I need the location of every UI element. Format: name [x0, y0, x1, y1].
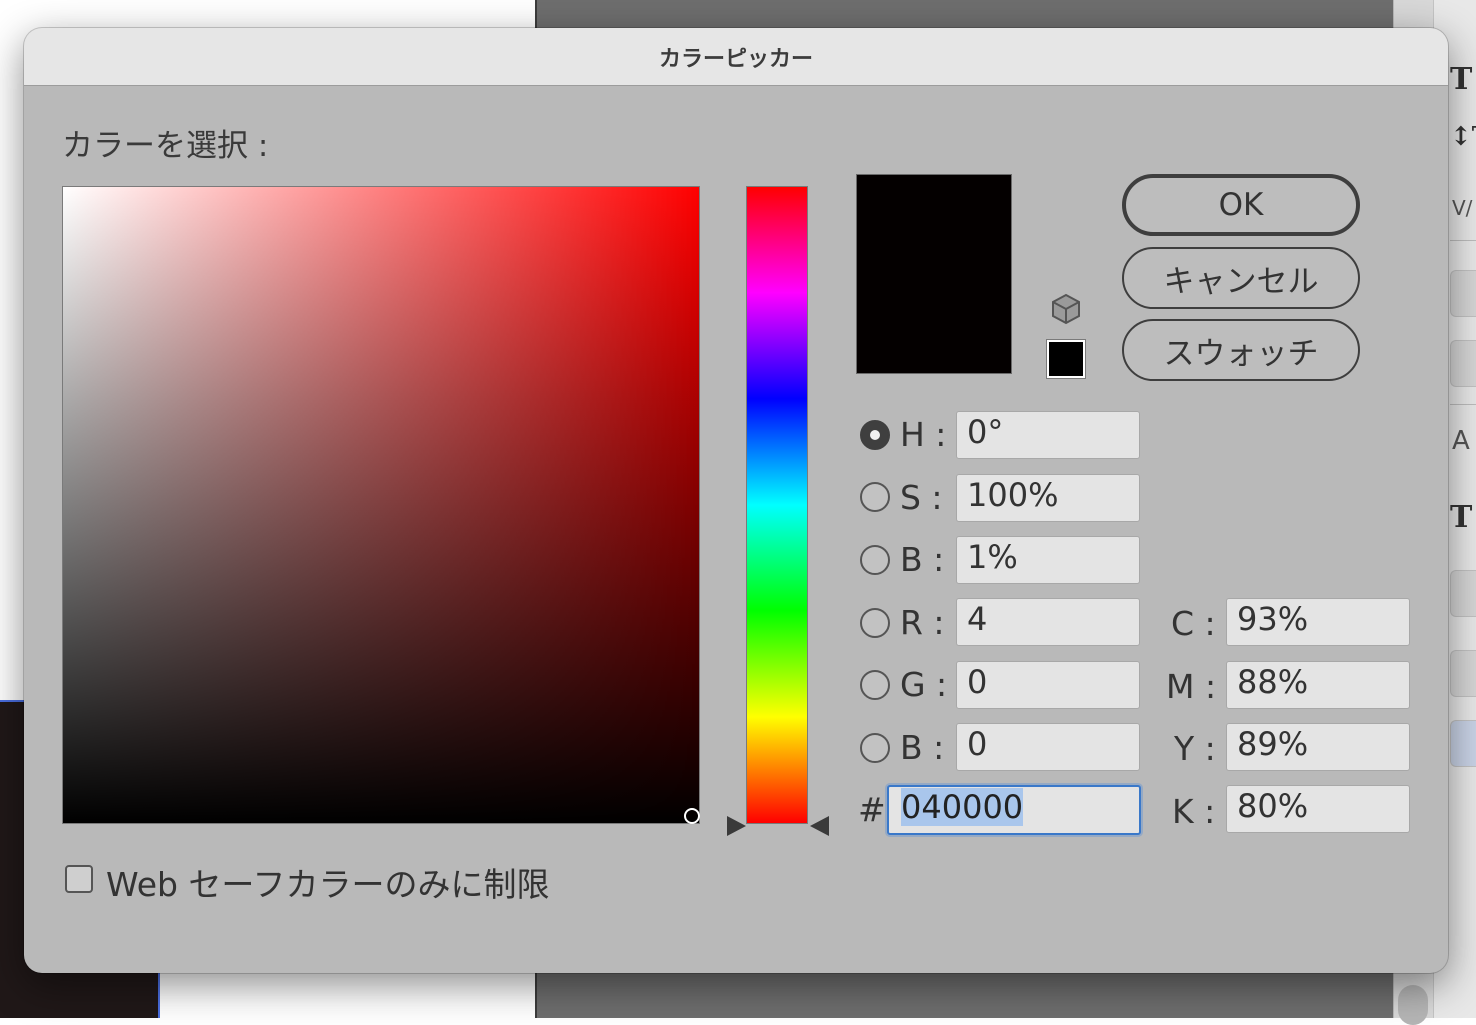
swatches-button[interactable]: スウォッチ	[1122, 319, 1360, 381]
hex-input[interactable]: 040000	[887, 785, 1141, 835]
green-label: G :	[900, 665, 948, 704]
web-safe-color-swatch[interactable]	[1047, 340, 1085, 378]
panel-option-button[interactable]	[1450, 570, 1476, 617]
red-input[interactable]: 4	[956, 598, 1140, 646]
select-color-label: カラーを選択 :	[62, 128, 269, 164]
green-radio[interactable]	[860, 670, 890, 700]
brightness-input[interactable]: 1%	[956, 536, 1140, 584]
panel-option-button[interactable]	[1450, 650, 1476, 697]
brightness-label: B :	[900, 540, 945, 579]
color-field-marker[interactable]	[684, 808, 700, 824]
black-input[interactable]: 80%	[1226, 785, 1410, 833]
scrollbar-thumb[interactable]	[1398, 985, 1428, 1025]
hue-slider[interactable]	[746, 186, 808, 824]
magenta-input[interactable]: 88%	[1226, 661, 1410, 709]
dialog-title: カラーピッカー	[24, 28, 1448, 86]
panel-option-button[interactable]	[1450, 270, 1476, 317]
type-tool-icon[interactable]: T	[1450, 62, 1472, 97]
panel-divider	[1450, 240, 1476, 241]
color-picker-dialog: カラーピッカー カラーを選択 : OK キャンセル スウォッチ H : 0° S…	[24, 28, 1448, 973]
panel-option-button[interactable]	[1450, 720, 1476, 767]
magenta-label: M :	[1166, 667, 1217, 706]
blue-label: B :	[900, 728, 945, 767]
saturation-radio[interactable]	[860, 482, 890, 512]
black-label: K :	[1172, 792, 1216, 831]
cyan-label: C :	[1171, 604, 1216, 643]
web-safe-label[interactable]: Web セーフカラーのみに制限	[106, 858, 549, 906]
hue-input[interactable]: 0°	[956, 411, 1140, 459]
saturation-label: S :	[900, 478, 943, 517]
red-label: R :	[900, 603, 945, 642]
brightness-radio[interactable]	[860, 545, 890, 575]
yellow-label: Y :	[1174, 729, 1216, 768]
kerning-icon[interactable]: V/	[1452, 196, 1472, 220]
hue-slider-handle-left[interactable]	[727, 816, 746, 836]
ok-button[interactable]: OK	[1122, 174, 1360, 236]
saturation-brightness-field[interactable]	[62, 186, 700, 824]
cancel-button[interactable]: キャンセル	[1122, 247, 1360, 309]
web-safe-checkbox[interactable]	[65, 865, 93, 893]
vertical-type-icon[interactable]: ↕T	[1450, 122, 1476, 152]
hex-value-selected: 040000	[901, 788, 1024, 826]
red-radio[interactable]	[860, 608, 890, 638]
hue-radio[interactable]	[860, 420, 890, 450]
yellow-input[interactable]: 89%	[1226, 723, 1410, 771]
current-color-swatch[interactable]	[856, 274, 1012, 374]
blue-radio[interactable]	[860, 733, 890, 763]
hue-label: H :	[900, 415, 947, 454]
hex-label: #	[858, 790, 886, 829]
character-style-icon[interactable]: A	[1452, 426, 1470, 456]
new-color-swatch	[856, 174, 1012, 274]
saturation-input[interactable]: 100%	[956, 474, 1140, 522]
web-safe-cube-icon[interactable]	[1049, 292, 1083, 326]
blue-input[interactable]: 0	[956, 723, 1140, 771]
panel-option-button[interactable]	[1450, 340, 1476, 387]
green-input[interactable]: 0	[956, 661, 1140, 709]
paragraph-type-icon[interactable]: T	[1450, 500, 1472, 535]
panel-divider	[1450, 404, 1476, 405]
hue-slider-handle-right[interactable]	[810, 816, 829, 836]
cyan-input[interactable]: 93%	[1226, 598, 1410, 646]
